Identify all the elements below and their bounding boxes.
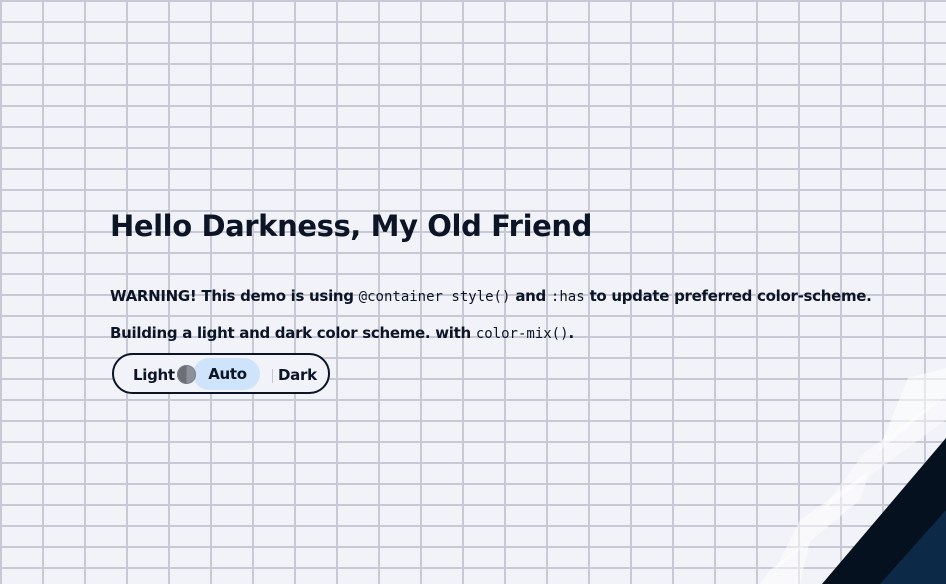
scheme-option-light[interactable]: Light xyxy=(133,363,175,388)
color-scheme-toggle[interactable]: Auto Light Dark xyxy=(112,353,330,394)
warning-text: WARNING! This demo is using @container s… xyxy=(110,285,890,308)
warning-prefix: WARNING! This demo is using xyxy=(110,287,354,305)
page-title: Hello Darkness, My Old Friend xyxy=(110,209,592,243)
half-circle-theme-icon[interactable] xyxy=(177,365,196,384)
toggle-divider xyxy=(272,369,273,383)
info-suffix: . xyxy=(568,324,575,342)
warning-suffix: to update preferred color-scheme. xyxy=(589,287,872,305)
scheme-option-auto-label: Auto xyxy=(208,365,247,383)
warning-code-has: :has xyxy=(550,289,585,305)
scheme-option-auto[interactable]: Auto xyxy=(193,358,260,390)
warning-middle: and xyxy=(515,287,546,305)
info-code-color-mix: color-mix() xyxy=(475,326,569,342)
scheme-option-dark[interactable]: Dark xyxy=(278,363,317,388)
info-prefix: Building a light and dark color scheme. … xyxy=(110,324,471,342)
content: Hello Darkness, My Old Friend WARNING! T… xyxy=(110,206,890,394)
warning-code-container-style: @container style() xyxy=(358,289,511,305)
info-text: Building a light and dark color scheme. … xyxy=(110,322,890,345)
